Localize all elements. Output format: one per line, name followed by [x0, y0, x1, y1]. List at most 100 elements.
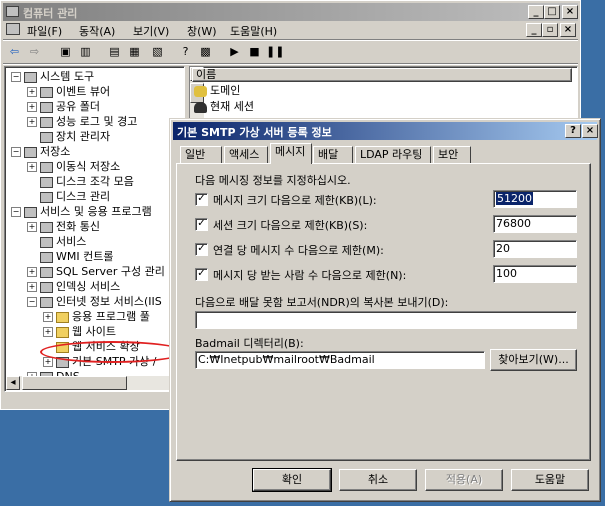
web-sites-folder-icon [56, 326, 69, 338]
play-icon[interactable]: ▶ [226, 44, 243, 60]
show-tree-icon[interactable]: ▥ [77, 44, 94, 60]
sql-config-icon [40, 266, 53, 278]
expand-icon[interactable]: + [27, 267, 37, 277]
close-button[interactable]: × [562, 5, 578, 19]
menu-window[interactable]: 창(W) [187, 23, 217, 39]
expand-icon[interactable]: + [27, 102, 37, 112]
minimize-button[interactable]: _ [528, 5, 544, 19]
recipients-per-message-field[interactable]: 100 [493, 265, 577, 283]
tree-item[interactable]: + 이벤트 뷰어 [27, 84, 110, 99]
expand-icon[interactable]: + [27, 222, 37, 232]
tab-ldap-routing[interactable]: LDAP 라우팅 [355, 146, 431, 163]
tab-messages[interactable]: 메시지 [270, 143, 312, 164]
mdi-minimize-button[interactable]: _ [526, 23, 542, 37]
tab-general[interactable]: 일반 [180, 146, 222, 163]
forward-arrow-icon[interactable]: ⇨ [26, 44, 43, 60]
limit-session-size-checkbox[interactable]: ✓ [195, 218, 208, 231]
mdi-restore-button[interactable]: ▫ [542, 23, 558, 37]
console-icon[interactable]: ▩ [197, 44, 214, 60]
tree-item-label: 성능 로그 및 경고 [56, 115, 138, 128]
perf-log-icon [40, 116, 53, 128]
message-size-field[interactable]: 51200 [493, 190, 577, 208]
collapse-icon[interactable]: − [11, 72, 21, 82]
browse-button[interactable]: 찾아보기(W)... [490, 349, 577, 371]
tree-horizontal-scrollbar[interactable]: ◂ ▸ [6, 376, 183, 390]
list-item-label: 도메인 [210, 84, 241, 97]
list-item[interactable]: 현재 세션 [194, 99, 254, 114]
collapse-icon[interactable]: − [11, 207, 21, 217]
menu-action[interactable]: 동작(A) [79, 23, 115, 39]
expand-icon[interactable]: + [27, 282, 37, 292]
limit-message-size-label: 메시지 크기 다음으로 제한(KB)(L): [213, 194, 377, 207]
collapse-icon[interactable]: − [27, 297, 37, 307]
limit-message-size-checkbox[interactable]: ✓ [195, 193, 208, 206]
maximize-button[interactable]: □ [544, 5, 560, 19]
dialog-title-bar[interactable]: 기본 SMTP 가상 서버 등록 정보 ? × [173, 122, 598, 140]
iis-icon [40, 296, 53, 308]
refresh-icon[interactable]: ▧ [149, 44, 166, 60]
up-folder-icon[interactable]: ▣ [57, 44, 74, 60]
tab-delivery[interactable]: 배달 [313, 146, 353, 163]
dialog-close-button[interactable]: × [582, 124, 598, 138]
limit-recipients-checkbox[interactable]: ✓ [195, 268, 208, 281]
tree-item[interactable]: − 인터넷 정보 서비스(IIS [27, 294, 162, 309]
back-arrow-icon[interactable]: ⇦ [6, 44, 23, 60]
scroll-left-button[interactable]: ◂ [6, 376, 20, 390]
help-icon[interactable]: ? [177, 44, 194, 60]
tree-item[interactable]: 디스크 조각 모음 [27, 174, 134, 189]
tree-item[interactable]: 장치 관리자 [27, 129, 110, 144]
tab-security[interactable]: 보안 [433, 146, 471, 163]
menu-file[interactable]: 파일(F) [27, 23, 62, 39]
app-pool-folder-icon [56, 311, 69, 323]
tree-item[interactable]: + 성능 로그 및 경고 [27, 114, 137, 129]
tree-item[interactable]: + 응용 프로그램 풀 [43, 309, 150, 324]
ok-button[interactable]: 확인 [252, 468, 332, 492]
expand-icon[interactable]: + [43, 357, 53, 367]
list-item[interactable]: 도메인 [194, 83, 240, 98]
tree-item[interactable]: + 인덱싱 서비스 [27, 279, 120, 294]
dialog-help-button[interactable]: ? [565, 124, 581, 138]
tree-pane[interactable]: − 시스템 도구 + 이벤트 뷰어 + 공유 폴더 + 성능 로그 및 경고 장치 관리자 − 저장… [4, 66, 185, 392]
expand-icon[interactable]: + [27, 87, 37, 97]
tree-item[interactable]: − 저장소 [11, 144, 70, 159]
apply-button[interactable]: 적용(A) [425, 469, 503, 491]
disk-management-icon [40, 191, 53, 203]
smtp-properties-dialog: 기본 SMTP 가상 서버 등록 정보 ? × 일반 액세스 메시지 배달 LDAP 라… [169, 118, 601, 502]
stop-icon[interactable]: ■ [246, 44, 263, 60]
tree-item[interactable]: − 서비스 및 응용 프로그램 [11, 204, 152, 219]
properties-icon[interactable]: ▤ [106, 44, 123, 60]
tree-item[interactable]: + 공유 폴더 [27, 99, 100, 114]
main-title-bar[interactable]: 컴퓨터 관리 _ □ × [3, 3, 578, 21]
tree-item[interactable]: − 시스템 도구 [11, 69, 94, 84]
menu-view[interactable]: 보기(V) [133, 23, 169, 39]
expand-icon[interactable]: + [43, 327, 53, 337]
scroll-thumb[interactable] [22, 376, 127, 390]
expand-icon[interactable]: + [27, 162, 37, 172]
limit-messages-per-connection-checkbox[interactable]: ✓ [195, 243, 208, 256]
ndr-field[interactable] [195, 311, 577, 329]
tree-item[interactable]: + 웹 사이트 [43, 324, 116, 339]
cancel-button[interactable]: 취소 [339, 469, 417, 491]
expand-icon[interactable]: + [27, 117, 37, 127]
tree-item[interactable]: + 전화 통신 [27, 219, 100, 234]
tab-access[interactable]: 액세스 [224, 146, 268, 163]
wmi-icon [40, 251, 53, 263]
tree-item[interactable]: + 이동식 저장소 [27, 159, 120, 174]
collapse-icon[interactable]: − [11, 147, 21, 157]
help-button[interactable]: 도움말 [511, 469, 589, 491]
messages-per-connection-field[interactable]: 20 [493, 240, 577, 258]
list-column-header-name[interactable]: 이름 [192, 68, 572, 82]
menu-help[interactable]: 도움말(H) [230, 23, 277, 39]
badmail-directory-field[interactable]: C:₩Inetpub₩mailroot₩Badmail [195, 351, 485, 369]
highlight-ellipse [40, 341, 184, 363]
mdi-close-button[interactable]: × [560, 23, 576, 37]
export-icon[interactable]: ▦ [126, 44, 143, 60]
tree-item[interactable]: 서비스 [27, 234, 86, 249]
tree-item[interactable]: + SQL Server 구성 관리 [27, 264, 165, 279]
message-size-value: 51200 [496, 192, 533, 205]
pause-icon[interactable]: ❚❚ [266, 44, 284, 60]
tree-item[interactable]: WMI 컨트롤 [27, 249, 113, 264]
expand-icon[interactable]: + [43, 312, 53, 322]
session-size-field[interactable]: 76800 [493, 215, 577, 233]
tree-item[interactable]: 디스크 관리 [27, 189, 110, 204]
